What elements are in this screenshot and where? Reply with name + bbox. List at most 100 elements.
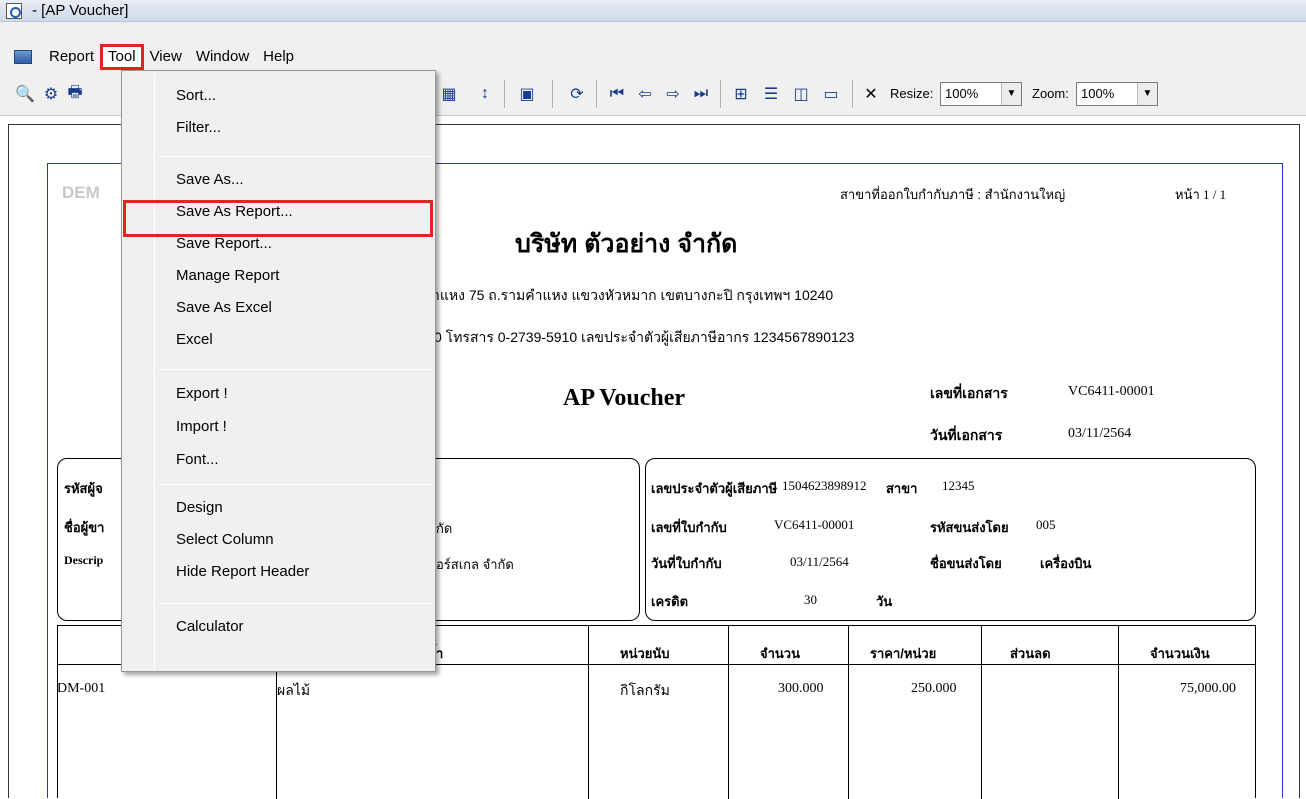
last-page-icon[interactable]: ⏭ (690, 83, 712, 105)
ship-code-value: 005 (1036, 517, 1056, 532)
zoom-label: Zoom: (1032, 86, 1069, 101)
cell-amount: 75,000.00 (1180, 681, 1236, 696)
first-page-icon[interactable]: ⏮ (606, 83, 628, 105)
menu-hide-report-header[interactable]: Hide Report Header (176, 563, 309, 580)
company-address: ำแหง 75 ถ.รามคำแหง แขวงหัวหมาก เขตบางกะป… (432, 287, 834, 303)
highlight-box (123, 200, 433, 237)
watermark: DEM (62, 183, 100, 202)
refresh-icon[interactable]: ⟳ (566, 83, 588, 105)
company-contact: 0 โทรสาร 0-2739-5910 เลขประจำตัวผู้เสียภ… (434, 329, 855, 345)
grid-icon[interactable]: ▦ (438, 83, 460, 105)
chevron-down-icon[interactable]: ▼ (1001, 83, 1021, 105)
toolbar-separator (720, 80, 721, 108)
menu-save-report[interactable]: Save Report... (176, 235, 272, 252)
menu-sort[interactable]: Sort... (176, 87, 216, 104)
toolbar-separator (552, 80, 553, 108)
menu-export[interactable]: Export ! (176, 385, 228, 402)
menu-bar: Report Tool View Window Help (0, 44, 1306, 70)
cell-qty: 300.000 (778, 681, 824, 696)
cell-unit: กิโลกรัม (620, 682, 670, 698)
document-title: AP Voucher (563, 385, 686, 411)
toolbar-separator (504, 80, 505, 108)
header-amount: จำนวนเงิน (1150, 646, 1210, 661)
menu-manage-report[interactable]: Manage Report (176, 267, 279, 284)
calculator-icon[interactable]: ▣ (516, 83, 538, 105)
credit-value: 30 (804, 592, 817, 607)
company-name: บริษัท ตัวอย่าง จำกัด (515, 230, 738, 258)
description-label: Descrip (64, 553, 104, 567)
header-price: ราคา/หน่วย (870, 646, 937, 661)
menu-window[interactable]: Window (189, 45, 256, 69)
print-icon[interactable]: 🖶 (64, 83, 86, 105)
menu-calculator[interactable]: Calculator (176, 618, 244, 635)
column-divider (1118, 626, 1119, 799)
resize-value: 100% (945, 86, 979, 101)
branch-code-value: 12345 (942, 478, 975, 493)
menu-separator (158, 603, 432, 604)
header-discount: ส่วนลด (1010, 646, 1051, 661)
title-bar: - [AP Voucher] (0, 0, 1306, 22)
page-number: หน้า 1 / 1 (1175, 187, 1227, 202)
taxid-value: 1504623898912 (782, 478, 867, 493)
ship-name-value: เครื่องบิน (1040, 556, 1092, 571)
window-icon[interactable]: ▭ (820, 83, 842, 105)
invoice-no-label: เลขที่ใบกำกับ (651, 520, 727, 535)
preview-icon[interactable]: 🔍 (14, 83, 36, 105)
description-value: อร์สเกล จำกัด (436, 557, 514, 572)
resize-select[interactable]: 100% ▼ (940, 82, 1022, 106)
settings-icon[interactable]: ⚙ (40, 83, 62, 105)
ship-code-label: รหัสขนส่งโดย (930, 520, 1009, 535)
menu-save-as[interactable]: Save As... (176, 171, 244, 188)
toolbar-separator (596, 80, 597, 108)
header-qty: จำนวน (760, 646, 800, 661)
close-icon[interactable]: ✕ (860, 83, 882, 105)
doc-no-value: VC6411-00001 (1068, 384, 1155, 399)
doc-no-label: เลขที่เอกสาร (930, 385, 1008, 401)
menu-filter[interactable]: Filter... (176, 119, 221, 136)
taxid-label: เลขประจำตัวผู้เสียภาษี (651, 481, 778, 496)
document-menu-icon[interactable] (14, 50, 32, 64)
resize-label: Resize: (890, 86, 934, 101)
invoice-date-label: วันที่ใบกำกับ (651, 556, 722, 571)
menu-font[interactable]: Font... (176, 451, 219, 468)
tree-view-icon[interactable]: ⊞ (730, 83, 752, 105)
menu-select-column[interactable]: Select Column (176, 531, 274, 548)
menu-excel[interactable]: Excel (176, 331, 213, 348)
column-divider (728, 626, 729, 799)
supplier-code-label: รหัสผู้จ (64, 481, 103, 496)
invoice-date-value: 03/11/2564 (790, 554, 849, 569)
single-page-icon[interactable]: ☰ (760, 83, 782, 105)
menu-report[interactable]: Report (42, 45, 101, 69)
menu-help[interactable]: Help (256, 45, 301, 69)
column-divider (848, 626, 849, 799)
window-title: - [AP Voucher] (32, 2, 129, 19)
branch-code-label: สาขา (886, 481, 918, 496)
header-unit: หน่วยนับ (620, 646, 670, 661)
ship-name-label: ชื่อขนส่งโดย (930, 556, 1002, 571)
cell-price: 250.000 (911, 681, 957, 696)
menu-view[interactable]: View (143, 45, 189, 69)
zoom-select[interactable]: 100% ▼ (1076, 82, 1158, 106)
chevron-down-icon[interactable]: ▼ (1137, 83, 1157, 105)
zoom-value: 100% (1081, 86, 1115, 101)
menubar-spacer (0, 22, 1306, 44)
fit-height-icon[interactable]: ↕ (474, 83, 496, 105)
invoice-no-value: VC6411-00001 (774, 517, 855, 532)
next-page-icon[interactable]: ⇨ (662, 83, 684, 105)
menu-save-as-excel[interactable]: Save As Excel (176, 299, 272, 316)
credit-unit: วัน (876, 594, 893, 609)
doc-date-label: วันที่เอกสาร (930, 427, 1003, 443)
column-divider (588, 626, 589, 799)
menu-import[interactable]: Import ! (176, 418, 227, 435)
two-page-icon[interactable]: ◫ (790, 83, 812, 105)
menu-tool[interactable]: Tool (100, 44, 144, 70)
menu-design[interactable]: Design (176, 499, 223, 516)
column-divider (981, 626, 982, 799)
branch-text: สาขาที่ออกใบกำกับภาษี : สำนักงานใหญ่ (840, 187, 1066, 202)
previous-page-icon[interactable]: ⇦ (634, 83, 656, 105)
doc-date-value: 03/11/2564 (1068, 426, 1132, 441)
cell-item: ผลไม้ (277, 682, 311, 698)
menu-separator (158, 156, 432, 157)
header-item: ้า (436, 646, 444, 661)
cell-code: DM-001 (57, 681, 106, 696)
